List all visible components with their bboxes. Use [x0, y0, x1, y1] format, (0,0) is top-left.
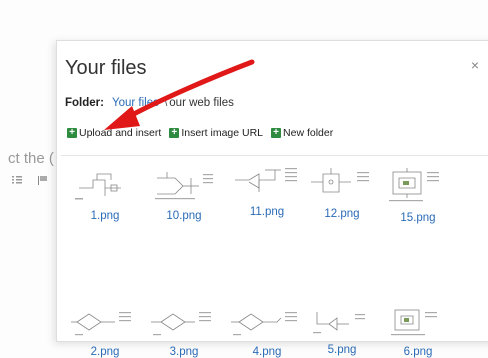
- file-thumbnail[interactable]: 1.png: [71, 168, 139, 222]
- background-toolbar: [12, 176, 48, 185]
- circuit-thumbnail-icon: [71, 312, 131, 336]
- folder-label: Folder:: [65, 97, 104, 109]
- circuit-thumbnail-icon: [235, 168, 297, 192]
- plus-icon: +: [271, 128, 282, 138]
- circuit-thumbnail-icon: [155, 172, 213, 200]
- circuit-thumbnail-icon: [151, 312, 211, 336]
- file-thumbnail[interactable]: 4.png: [229, 308, 305, 358]
- circuit-thumbnail-icon: [75, 173, 121, 200]
- file-name[interactable]: 15.png: [383, 212, 453, 224]
- breadcrumb-current: our web files: [169, 97, 234, 109]
- dialog-title: Your files: [65, 57, 147, 79]
- upload-and-insert-label: Upload and insert: [79, 127, 162, 139]
- file-thumbnail[interactable]: 6.png: [383, 306, 453, 358]
- file-thumbnail[interactable]: 2.png: [71, 308, 139, 358]
- circuit-thumbnail-icon: [391, 309, 437, 336]
- file-name[interactable]: 3.png: [147, 346, 221, 358]
- file-name[interactable]: 10.png: [147, 210, 221, 222]
- new-folder-label: New folder: [283, 127, 334, 139]
- circuit-thumbnail-icon: [389, 168, 439, 202]
- new-folder-button[interactable]: + New folder: [271, 127, 333, 139]
- file-thumbnail[interactable]: 5.png: [307, 306, 377, 356]
- circuit-thumbnail-icon: [231, 312, 297, 336]
- file-browser-dialog: Your files × Folder: Your files \ our web…: [56, 40, 488, 358]
- file-thumbnail[interactable]: 15.png: [383, 166, 453, 224]
- breadcrumb-separator: \: [164, 97, 168, 109]
- insert-image-url-label: Insert image URL: [181, 127, 264, 139]
- file-name[interactable]: 4.png: [229, 346, 305, 358]
- file-thumbnail[interactable]: 11.png: [229, 164, 305, 218]
- file-name[interactable]: 5.png: [307, 344, 377, 356]
- action-bar: + Upload and insert + Insert image URL +…: [67, 127, 333, 139]
- breadcrumb-root-link[interactable]: Your files: [112, 97, 159, 109]
- plus-icon: +: [67, 128, 77, 138]
- file-thumbnail[interactable]: 10.png: [147, 168, 221, 222]
- file-grid: 1.png 10.png 11.png 12.png 15.png 2.png …: [61, 155, 488, 358]
- file-name[interactable]: 11.png: [229, 206, 305, 218]
- flag-icon[interactable]: [38, 176, 48, 185]
- file-thumbnail[interactable]: 12.png: [307, 166, 377, 220]
- plus-icon: +: [169, 128, 180, 138]
- file-name[interactable]: 12.png: [307, 208, 377, 220]
- upload-and-insert-button[interactable]: + Upload and insert: [67, 127, 161, 139]
- file-thumbnail[interactable]: 3.png: [147, 308, 221, 358]
- circuit-thumbnail-icon: [311, 168, 369, 193]
- folder-breadcrumb: Folder: Your files \ our web files: [65, 97, 234, 109]
- file-name[interactable]: 1.png: [71, 210, 139, 222]
- close-icon[interactable]: ×: [471, 57, 479, 73]
- list-icon[interactable]: [12, 176, 22, 184]
- file-name[interactable]: 6.png: [383, 346, 453, 358]
- insert-image-url-button[interactable]: + Insert image URL: [169, 127, 263, 139]
- background-editor-text: ct the (: [8, 150, 54, 167]
- circuit-thumbnail-icon: [313, 312, 365, 334]
- file-name[interactable]: 2.png: [71, 346, 139, 358]
